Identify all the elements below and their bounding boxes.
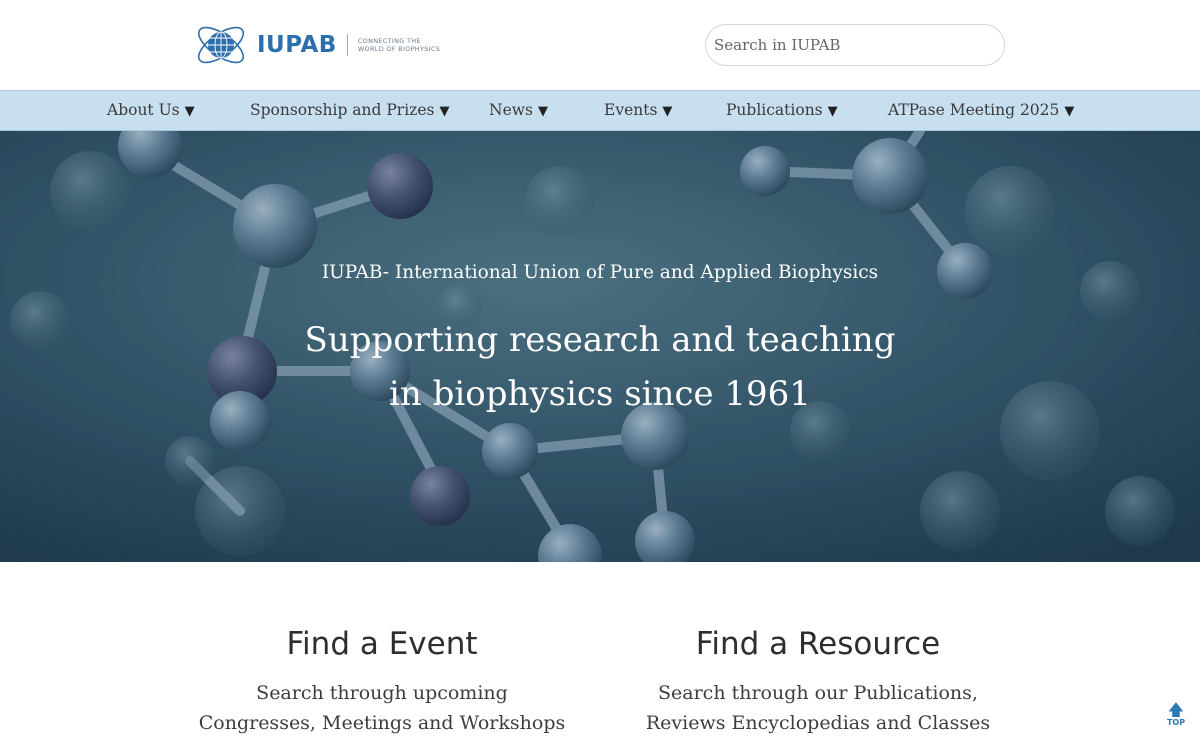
find-event-card[interactable]: Find a Event Search through upcoming Con… — [162, 622, 602, 738]
caret-down-icon: ▼ — [537, 104, 548, 119]
nav-item-events[interactable]: Events ▼ — [604, 91, 672, 130]
card-title: Find a Event — [286, 626, 478, 662]
nav-item-label: Events — [604, 101, 658, 119]
caret-down-icon: ▼ — [439, 104, 450, 119]
card-description: Search through upcoming Congresses, Meet… — [162, 678, 602, 738]
logo-tagline-line2: WORLD OF BIOPHYSICS — [357, 45, 441, 53]
nav-item-news[interactable]: News ▼ — [489, 91, 548, 130]
hero-title: Supporting research and teaching in biop… — [0, 313, 1200, 421]
hero-title-line2: in biophysics since 1961 — [389, 374, 811, 414]
nav-item-label: Publications — [726, 101, 823, 119]
nav-item-label: About Us — [107, 101, 180, 119]
caret-down-icon: ▼ — [662, 104, 673, 119]
nav-item-publications[interactable]: Publications ▼ — [726, 91, 838, 130]
nav-item-atpase-meeting-2025[interactable]: ATPase Meeting 2025 ▼ — [888, 91, 1074, 130]
nav-item-label: News — [489, 101, 533, 119]
find-resource-card[interactable]: Find a Resource Search through our Publi… — [598, 622, 1038, 738]
iupab-logo[interactable]: IUPAB CONNECTING THE WORLD OF BIOPHYSICS — [193, 14, 453, 76]
card-description-line1: Search through our Publications, — [658, 682, 978, 704]
card-title: Find a Resource — [695, 626, 941, 662]
back-to-top-label: TOP — [1166, 718, 1186, 727]
site-header: IUPAB CONNECTING THE WORLD OF BIOPHYSICS — [0, 0, 1200, 90]
card-description-line2: Reviews Encyclopedias and Classes — [645, 712, 991, 734]
globe-logo-icon — [197, 26, 245, 64]
caret-down-icon: ▼ — [827, 104, 838, 119]
nav-item-about-us[interactable]: About Us ▼ — [107, 91, 195, 130]
logo-tagline-line1: CONNECTING THE — [357, 37, 421, 45]
card-description-line2: Congresses, Meetings and Workshops — [198, 712, 566, 734]
caret-down-icon: ▼ — [184, 104, 195, 119]
hero-title-line1: Supporting research and teaching — [304, 320, 896, 360]
logo-tagline: CONNECTING THE WORLD OF BIOPHYSICS — [358, 37, 440, 53]
nav-item-label: ATPase Meeting 2025 — [888, 101, 1060, 119]
card-description-line1: Search through upcoming — [256, 682, 508, 704]
hero-banner: IUPAB- International Union of Pure and A… — [0, 131, 1200, 562]
caret-down-icon: ▼ — [1064, 104, 1075, 119]
logo-divider — [346, 34, 348, 56]
arrow-up-icon: 🡅 — [1167, 700, 1185, 719]
hero-overline: IUPAB- International Union of Pure and A… — [321, 262, 879, 283]
nav-item-label: Sponsorship and Prizes — [250, 101, 435, 119]
main-nav: About Us ▼ Sponsorship and Prizes ▼ News ▼ … — [0, 90, 1200, 131]
back-to-top-button[interactable]: 🡅 TOP — [1164, 702, 1188, 732]
logo-wordmark: IUPAB — [257, 32, 337, 58]
nav-item-sponsorship-and-prizes[interactable]: Sponsorship and Prizes ▼ — [250, 91, 449, 130]
card-description: Search through our Publications, Reviews… — [598, 678, 1038, 738]
search-input[interactable] — [706, 25, 1004, 65]
search-box — [705, 24, 1005, 66]
